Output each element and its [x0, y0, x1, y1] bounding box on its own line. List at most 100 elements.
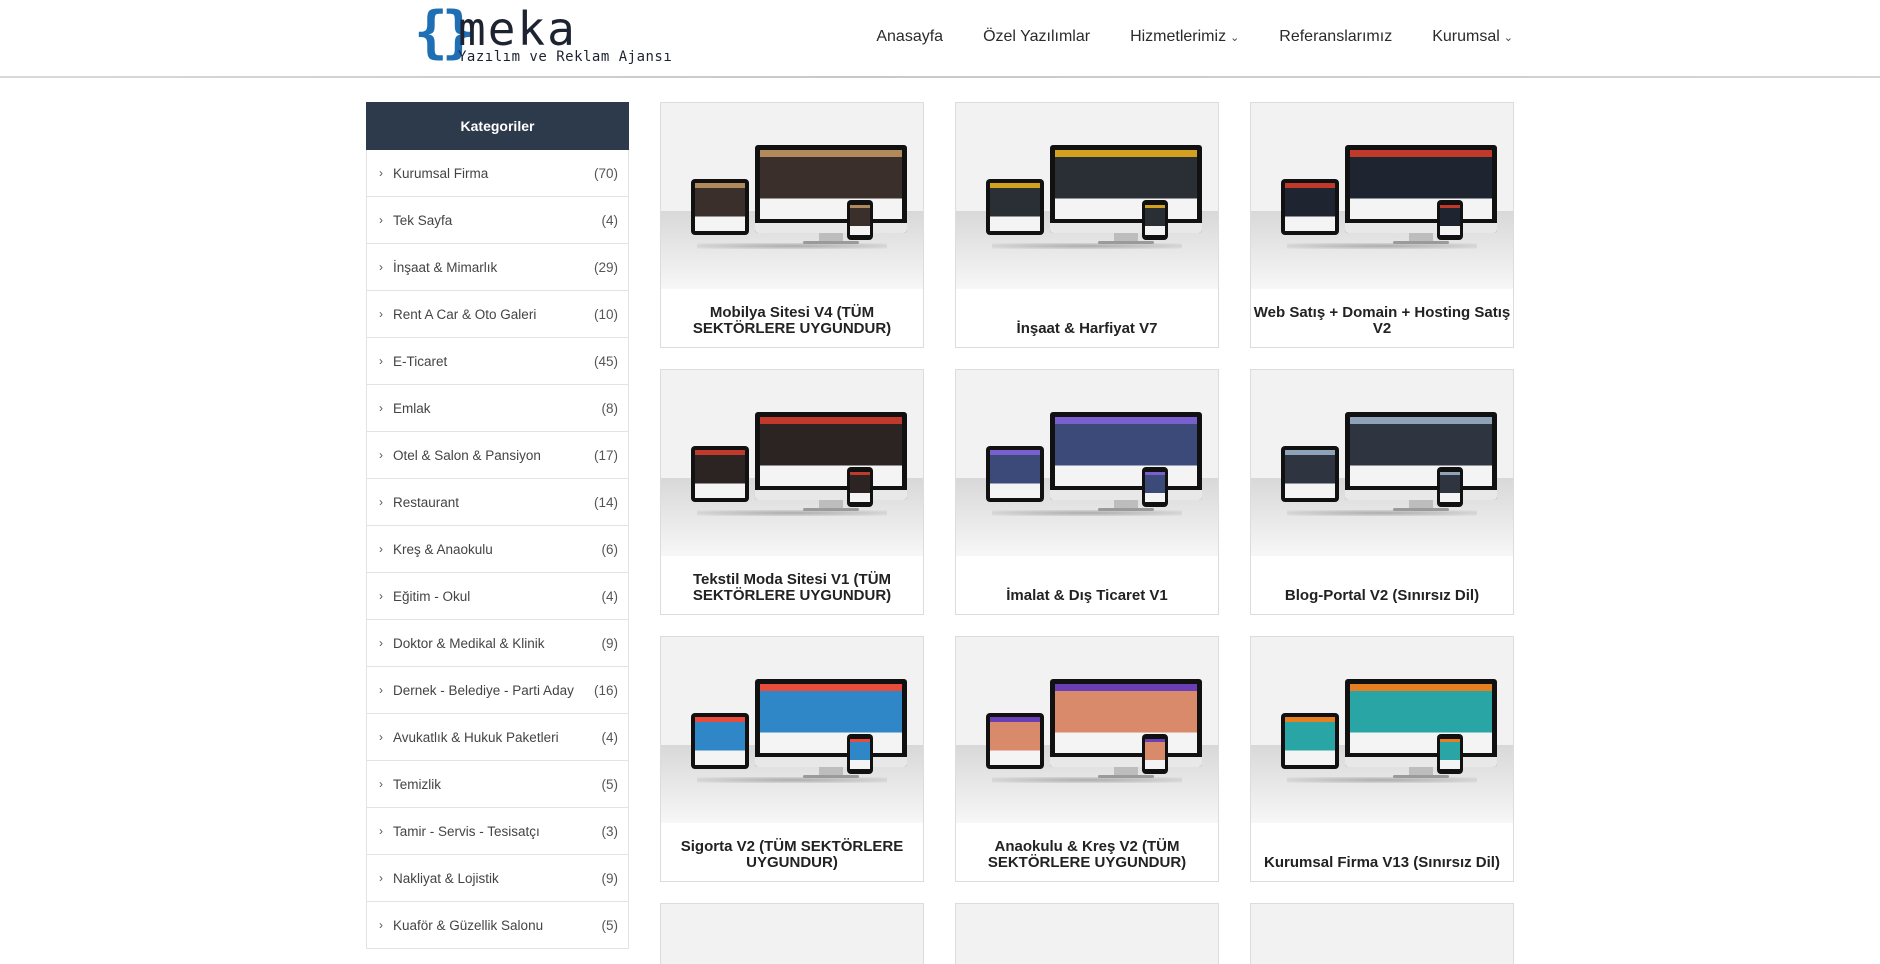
- product-card[interactable]: Kurumsal Firma V13 (Sınırsız Dil): [1250, 636, 1514, 882]
- category-count: (6): [601, 541, 619, 557]
- product-thumbnail[interactable]: [661, 103, 923, 289]
- category-list: › Kurumsal Firma (70) › Tek Sayfa (4) › İnşaat …: [366, 150, 629, 949]
- category-item[interactable]: › Dernek - Belediye - Parti Aday (16): [367, 667, 628, 714]
- category-item[interactable]: › Restaurant (14): [367, 479, 628, 526]
- product-thumbnail[interactable]: [661, 370, 923, 556]
- chevron-right-icon: ›: [379, 213, 383, 227]
- category-item[interactable]: › Kuaför & Güzellik Salonu (5): [367, 902, 628, 949]
- category-item[interactable]: › Tamir - Servis - Tesisatçı (3): [367, 808, 628, 855]
- product-thumbnail[interactable]: [956, 904, 1218, 964]
- category-item[interactable]: › Eğitim - Okul (4): [367, 573, 628, 620]
- product-card[interactable]: İmalat & Dış Ticaret V1: [955, 369, 1219, 615]
- monitor-mockup: [755, 679, 907, 767]
- device-mockup: [1281, 145, 1497, 249]
- device-mockup: [1281, 412, 1497, 516]
- product-card[interactable]: Mobilya Sitesi V4 (TÜM SEKTÖRLERE UYGUND…: [660, 102, 924, 348]
- tablet-mockup: [986, 713, 1044, 769]
- category-label: Nakliyat & Lojistik: [393, 870, 499, 886]
- product-thumbnail[interactable]: [661, 637, 923, 823]
- device-mockup: [691, 145, 907, 249]
- product-title[interactable]: Anaokulu & Kreş V2 (TÜM SEKTÖRLERE UYGUN…: [958, 839, 1216, 871]
- product-thumbnail[interactable]: [956, 103, 1218, 289]
- category-item[interactable]: › Kreş & Anaokulu (6): [367, 526, 628, 573]
- category-label: Emlak: [393, 400, 431, 416]
- product-thumbnail[interactable]: [1251, 103, 1513, 289]
- product-title[interactable]: Sigorta V2 (TÜM SEKTÖRLERE UYGUNDUR): [663, 839, 921, 871]
- chevron-right-icon: ›: [379, 354, 383, 368]
- product-title[interactable]: İnşaat & Harfiyat V7: [958, 321, 1216, 337]
- product-thumbnail[interactable]: [1251, 370, 1513, 556]
- product-card[interactable]: Sigorta V2 (TÜM SEKTÖRLERE UYGUNDUR): [660, 636, 924, 882]
- category-item[interactable]: › Otel & Salon & Pansiyon (17): [367, 432, 628, 479]
- product-thumbnail[interactable]: [1251, 904, 1513, 964]
- product-title[interactable]: Blog-Portal V2 (Sınırsız Dil): [1253, 588, 1511, 604]
- product-card[interactable]: [1250, 903, 1514, 964]
- device-mockup: [691, 412, 907, 516]
- nav-item-1[interactable]: Özel Yazılımlar: [983, 28, 1090, 46]
- category-count: (5): [601, 917, 619, 933]
- tablet-mockup: [691, 446, 749, 502]
- category-item[interactable]: › Rent A Car & Oto Galeri (10): [367, 291, 628, 338]
- category-count: (45): [593, 353, 618, 369]
- category-label: Avukatlık & Hukuk Paketleri: [393, 729, 559, 745]
- category-label: Otel & Salon & Pansiyon: [393, 447, 541, 463]
- category-item[interactable]: › Temizlik (5): [367, 761, 628, 808]
- category-count: (4): [601, 212, 619, 228]
- chevron-right-icon: ›: [379, 401, 383, 415]
- category-item[interactable]: › Nakliyat & Lojistik (9): [367, 855, 628, 902]
- category-item[interactable]: › Doktor & Medikal & Klinik (9): [367, 620, 628, 667]
- category-count: (70): [593, 165, 618, 181]
- product-thumbnail[interactable]: [1251, 637, 1513, 823]
- product-title[interactable]: Tekstil Moda Sitesi V1 (TÜM SEKTÖRLERE U…: [663, 572, 921, 604]
- phone-mockup: [1437, 467, 1463, 507]
- category-item[interactable]: › Emlak (8): [367, 385, 628, 432]
- product-thumbnail[interactable]: [661, 904, 923, 964]
- phone-mockup: [847, 200, 873, 240]
- phone-mockup: [847, 467, 873, 507]
- product-card[interactable]: İnşaat & Harfiyat V7: [955, 102, 1219, 348]
- product-thumbnail[interactable]: [956, 370, 1218, 556]
- nav-item-label: Özel Yazılımlar: [983, 28, 1091, 45]
- product-title[interactable]: İmalat & Dış Ticaret V1: [958, 588, 1216, 604]
- nav-item-2[interactable]: Hizmetlerimiz ⌄: [1130, 28, 1239, 46]
- category-item[interactable]: › İnşaat & Mimarlık (29): [367, 244, 628, 291]
- product-card[interactable]: [955, 903, 1219, 964]
- product-card[interactable]: [660, 903, 924, 964]
- nav-item-0[interactable]: Anasayfa: [876, 28, 943, 46]
- chevron-right-icon: ›: [379, 448, 383, 462]
- chevron-right-icon: ›: [379, 307, 383, 321]
- logo-tagline: Yazılım ve Reklam Ajansı: [458, 49, 673, 65]
- category-label: Kuaför & Güzellik Salonu: [393, 917, 544, 933]
- product-thumbnail[interactable]: [956, 637, 1218, 823]
- chevron-right-icon: ›: [379, 166, 383, 180]
- monitor-mockup: [1050, 412, 1202, 500]
- header-divider: [0, 76, 1880, 78]
- category-label: E-Ticaret: [393, 353, 448, 369]
- chevron-right-icon: ›: [379, 589, 383, 603]
- phone-mockup: [1142, 734, 1168, 774]
- chevron-right-icon: ›: [379, 871, 383, 885]
- product-title[interactable]: Mobilya Sitesi V4 (TÜM SEKTÖRLERE UYGUND…: [663, 305, 921, 337]
- nav-item-3[interactable]: Referanslarımız: [1279, 28, 1392, 46]
- site-logo[interactable]: {} meka Yazılım ve Reklam Ajansı: [414, 0, 672, 70]
- chevron-right-icon: ›: [379, 495, 383, 509]
- tablet-mockup: [691, 713, 749, 769]
- product-card[interactable]: Tekstil Moda Sitesi V1 (TÜM SEKTÖRLERE U…: [660, 369, 924, 615]
- monitor-mockup: [755, 145, 907, 233]
- category-label: Kurumsal Firma: [393, 165, 489, 181]
- category-label: İnşaat & Mimarlık: [393, 259, 498, 275]
- monitor-mockup: [1050, 679, 1202, 767]
- category-sidebar: Kategoriler › Kurumsal Firma (70) › Tek Sayf…: [366, 102, 629, 949]
- product-title[interactable]: Kurumsal Firma V13 (Sınırsız Dil): [1253, 855, 1511, 871]
- chevron-right-icon: ›: [379, 636, 383, 650]
- category-label: Doktor & Medikal & Klinik: [393, 635, 545, 651]
- category-item[interactable]: › Tek Sayfa (4): [367, 197, 628, 244]
- nav-item-4[interactable]: Kurumsal ⌄: [1432, 28, 1513, 46]
- category-item[interactable]: › Avukatlık & Hukuk Paketleri (4): [367, 714, 628, 761]
- product-card[interactable]: Web Satış + Domain + Hosting Satış V2: [1250, 102, 1514, 348]
- product-title[interactable]: Web Satış + Domain + Hosting Satış V2: [1253, 305, 1511, 337]
- product-card[interactable]: Anaokulu & Kreş V2 (TÜM SEKTÖRLERE UYGUN…: [955, 636, 1219, 882]
- category-item[interactable]: › Kurumsal Firma (70): [367, 150, 628, 197]
- product-card[interactable]: Blog-Portal V2 (Sınırsız Dil): [1250, 369, 1514, 615]
- category-item[interactable]: › E-Ticaret (45): [367, 338, 628, 385]
